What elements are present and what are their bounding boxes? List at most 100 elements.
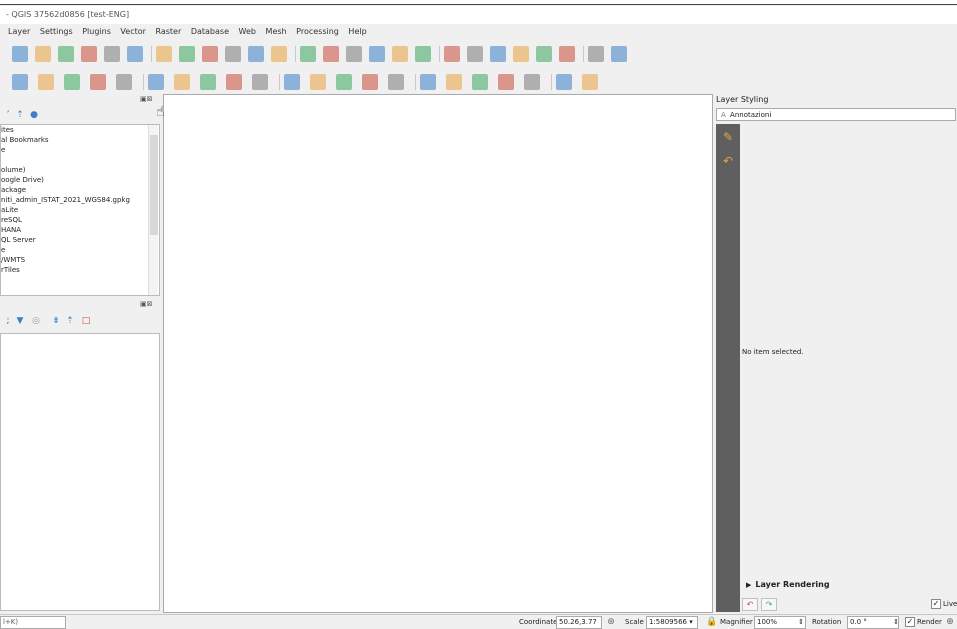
float-panel-icon[interactable]: ▣⊠ bbox=[140, 300, 152, 308]
digitize-line-icon[interactable] bbox=[38, 74, 54, 90]
menu-plugins[interactable]: Plugins bbox=[82, 27, 111, 36]
collapse-icon[interactable]: ’ bbox=[2, 109, 14, 121]
open-project-icon[interactable] bbox=[35, 46, 51, 62]
live-update-toggle[interactable]: ✓ Live bbox=[931, 599, 957, 609]
redo-style-button[interactable]: ↷ bbox=[761, 598, 777, 611]
browser-item[interactable]: e bbox=[1, 245, 159, 255]
float-panel-icon[interactable]: ▣⊠ bbox=[140, 95, 152, 103]
zoom-next-icon[interactable] bbox=[300, 46, 316, 62]
browser-item[interactable]: QL Server bbox=[1, 235, 159, 245]
digitize-point-icon[interactable] bbox=[12, 74, 28, 90]
select-icon[interactable] bbox=[446, 74, 462, 90]
digitize-icon[interactable] bbox=[611, 46, 627, 62]
browser-item[interactable]: oogle Drive) bbox=[1, 175, 159, 185]
menu-settings[interactable]: Settings bbox=[40, 27, 73, 36]
map-canvas[interactable] bbox=[163, 94, 713, 613]
measure-icon[interactable] bbox=[536, 46, 552, 62]
open-styling-icon[interactable]: ; bbox=[2, 315, 14, 327]
paintbrush-icon[interactable]: ✎ bbox=[720, 130, 736, 146]
zoom-native-icon[interactable] bbox=[248, 46, 264, 62]
pan-to-selection-icon[interactable] bbox=[104, 46, 120, 62]
filter-browser-icon[interactable]: ⇡ bbox=[14, 109, 26, 121]
style-manager-icon[interactable] bbox=[58, 46, 74, 62]
add-vector-icon[interactable] bbox=[90, 74, 106, 90]
browser-item[interactable]: reSQL bbox=[1, 215, 159, 225]
new-3d-view-icon[interactable] bbox=[346, 46, 362, 62]
menu-mesh[interactable]: Mesh bbox=[266, 27, 287, 36]
browser-item[interactable]: ites bbox=[1, 125, 159, 135]
collapse-all-icon[interactable]: ⇡ bbox=[64, 315, 76, 327]
manage-themes-icon[interactable]: ◎ bbox=[30, 315, 42, 327]
move-feature-icon[interactable] bbox=[252, 74, 268, 90]
menu-raster[interactable]: Raster bbox=[155, 27, 181, 36]
annotation-icon[interactable] bbox=[559, 46, 575, 62]
layer-combo[interactable]: A Annotazioni bbox=[716, 108, 956, 121]
statistics-icon[interactable] bbox=[513, 46, 529, 62]
magnifier-spin-icon[interactable]: ⇕ bbox=[795, 616, 807, 628]
layer-rendering-section[interactable]: ▶ Layer Rendering bbox=[746, 580, 830, 589]
form-annotation-icon[interactable] bbox=[582, 74, 598, 90]
map-tips-icon[interactable] bbox=[588, 46, 604, 62]
browser-item[interactable]: /WMTS bbox=[1, 255, 159, 265]
delete-feature-icon[interactable] bbox=[284, 74, 300, 90]
menu-help[interactable]: Help bbox=[348, 27, 366, 36]
browser-item[interactable]: rTiles bbox=[1, 265, 159, 275]
cut-icon[interactable] bbox=[310, 74, 326, 90]
toggle-editing-icon[interactable] bbox=[148, 74, 164, 90]
menu-web[interactable]: Web bbox=[239, 27, 256, 36]
paste-icon[interactable] bbox=[362, 74, 378, 90]
browser-item[interactable]: ackage bbox=[1, 185, 159, 195]
zoom-in-icon[interactable] bbox=[127, 46, 143, 62]
live-update-checkbox[interactable]: ✓ bbox=[931, 599, 941, 609]
temporal-icon[interactable] bbox=[392, 46, 408, 62]
toggle-extents-icon[interactable]: ⊛ bbox=[605, 616, 617, 628]
zoom-layer-icon[interactable] bbox=[225, 46, 241, 62]
vertex-tool-icon[interactable] bbox=[226, 74, 242, 90]
browser-item[interactable]: olume) bbox=[1, 165, 159, 175]
zoom-out-icon[interactable] bbox=[156, 46, 172, 62]
new-project-icon[interactable] bbox=[12, 46, 28, 62]
rotation-spin-icon[interactable]: ⇕ bbox=[890, 616, 902, 628]
add-feature-icon[interactable] bbox=[200, 74, 216, 90]
layers-tree[interactable] bbox=[0, 333, 160, 611]
remove-layer-icon[interactable]: □ bbox=[80, 315, 92, 327]
browser-scrollbar[interactable] bbox=[148, 125, 158, 295]
browser-item[interactable]: e bbox=[1, 145, 159, 155]
pan-icon[interactable] bbox=[81, 46, 97, 62]
undo-style-button[interactable]: ↶ bbox=[742, 598, 758, 611]
new-map-view-icon[interactable] bbox=[323, 46, 339, 62]
copy-icon[interactable] bbox=[336, 74, 352, 90]
coordinate-field[interactable]: 50.26,3.77 bbox=[556, 616, 602, 629]
identify-icon[interactable] bbox=[444, 46, 460, 62]
menu-processing[interactable]: Processing bbox=[296, 27, 339, 36]
render-toggle[interactable]: ✓ Render bbox=[905, 617, 942, 628]
render-checkbox[interactable]: ✓ bbox=[905, 617, 915, 627]
history-icon[interactable]: ↶ bbox=[720, 154, 736, 170]
bookmark-icon[interactable] bbox=[369, 46, 385, 62]
attribute-table-icon[interactable] bbox=[467, 46, 483, 62]
save-edits-icon[interactable] bbox=[174, 74, 190, 90]
help-icon[interactable] bbox=[524, 74, 540, 90]
menu-database[interactable]: Database bbox=[191, 27, 229, 36]
zoom-last-icon[interactable] bbox=[271, 46, 287, 62]
browser-item[interactable]: HANA bbox=[1, 225, 159, 235]
browser-item[interactable]: niti_admin_ISTAT_2021_WGS84.gpkg bbox=[1, 195, 159, 205]
undo-icon[interactable] bbox=[388, 74, 404, 90]
lock-scale-icon[interactable]: 🔒 bbox=[706, 616, 718, 628]
browser-item[interactable]: aLite bbox=[1, 205, 159, 215]
filter-legend-icon[interactable]: ▼ bbox=[14, 315, 26, 327]
python-icon[interactable] bbox=[498, 74, 514, 90]
data-source-manager-icon[interactable] bbox=[64, 74, 80, 90]
refresh-icon[interactable] bbox=[415, 46, 431, 62]
browser-item[interactable] bbox=[1, 155, 159, 165]
label-icon[interactable] bbox=[472, 74, 488, 90]
scale-dropdown-icon[interactable]: ▾ bbox=[685, 616, 697, 628]
expand-all-icon[interactable]: ⇟ bbox=[50, 315, 62, 327]
processing-icon[interactable] bbox=[490, 46, 506, 62]
scrollbar-thumb[interactable] bbox=[150, 135, 158, 235]
messages-icon[interactable]: ⊕ bbox=[944, 616, 956, 628]
menu-layer[interactable]: Layer bbox=[8, 27, 30, 36]
zoom-selection-icon[interactable] bbox=[202, 46, 218, 62]
edit-pencil-icon[interactable] bbox=[116, 74, 132, 90]
zoom-full-icon[interactable] bbox=[179, 46, 195, 62]
